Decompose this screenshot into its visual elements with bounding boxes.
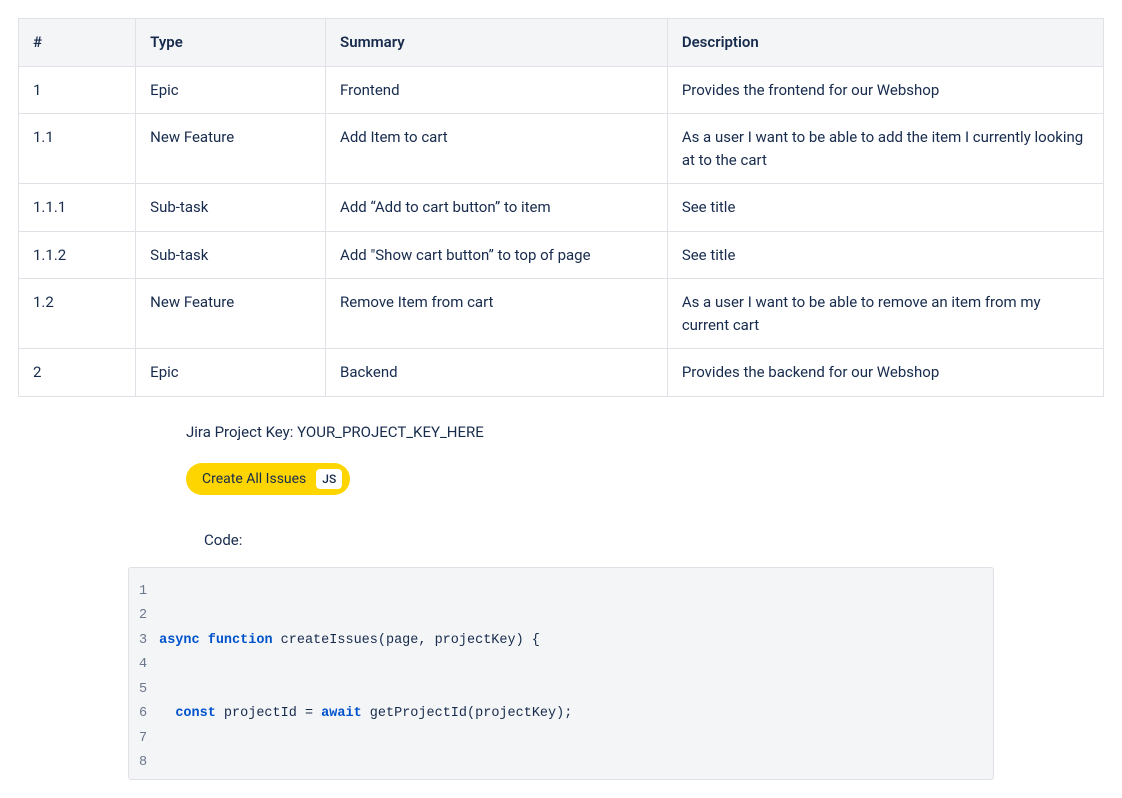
code-lines: async function createIssues(page, projec… <box>159 580 993 780</box>
cell-summary: Add “Add to cart button” to item <box>326 184 668 232</box>
table-row: 1.1 New Feature Add Item to cart As a us… <box>19 114 1104 184</box>
project-key-line: Jira Project Key: YOUR_PROJECT_KEY_HERE <box>186 423 1104 441</box>
code-label: Code: <box>204 531 1104 549</box>
cell-num: 1 <box>19 66 136 114</box>
cell-num: 1.1.2 <box>19 231 136 279</box>
create-all-issues-button[interactable]: Create All Issues JS <box>186 463 350 495</box>
cell-summary: Remove Item from cart <box>326 279 668 349</box>
language-badge: JS <box>316 469 342 489</box>
cell-summary: Add "Show cart button” to top of page <box>326 231 668 279</box>
cell-description: Provides the frontend for our Webshop <box>667 66 1103 114</box>
cell-type: Epic <box>136 66 326 114</box>
cell-summary: Frontend <box>326 66 668 114</box>
cell-type: New Feature <box>136 114 326 184</box>
create-all-issues-label: Create All Issues <box>202 471 306 487</box>
cell-num: 1.2 <box>19 279 136 349</box>
header-type: Type <box>136 19 326 67</box>
table-row: 2 Epic Backend Provides the backend for … <box>19 349 1104 397</box>
meta-block: Jira Project Key: YOUR_PROJECT_KEY_HERE … <box>186 423 1104 495</box>
table-row: 1.2 New Feature Remove Item from cart As… <box>19 279 1104 349</box>
cell-summary: Add Item to cart <box>326 114 668 184</box>
code-block[interactable]: 1 2 3 4 5 6 7 8 9 async function createI… <box>128 567 994 780</box>
cell-summary: Backend <box>326 349 668 397</box>
cell-type: Sub-task <box>136 184 326 232</box>
issues-table: # Type Summary Description 1 Epic Fronte… <box>18 18 1104 397</box>
header-summary: Summary <box>326 19 668 67</box>
table-row: 1 Epic Frontend Provides the frontend fo… <box>19 66 1104 114</box>
cell-description: See title <box>667 184 1103 232</box>
cell-description: Provides the backend for our Webshop <box>667 349 1103 397</box>
cell-type: Sub-task <box>136 231 326 279</box>
header-num: # <box>19 19 136 67</box>
cell-description: As a user I want to be able to remove an… <box>667 279 1103 349</box>
code-gutter: 1 2 3 4 5 6 7 8 9 <box>129 580 159 780</box>
header-description: Description <box>667 19 1103 67</box>
cell-description: As a user I want to be able to add the i… <box>667 114 1103 184</box>
cell-description: See title <box>667 231 1103 279</box>
cell-type: Epic <box>136 349 326 397</box>
cell-type: New Feature <box>136 279 326 349</box>
table-row: 1.1.2 Sub-task Add "Show cart button” to… <box>19 231 1104 279</box>
cell-num: 1.1 <box>19 114 136 184</box>
table-header-row: # Type Summary Description <box>19 19 1104 67</box>
table-row: 1.1.1 Sub-task Add “Add to cart button” … <box>19 184 1104 232</box>
cell-num: 2 <box>19 349 136 397</box>
cell-num: 1.1.1 <box>19 184 136 232</box>
